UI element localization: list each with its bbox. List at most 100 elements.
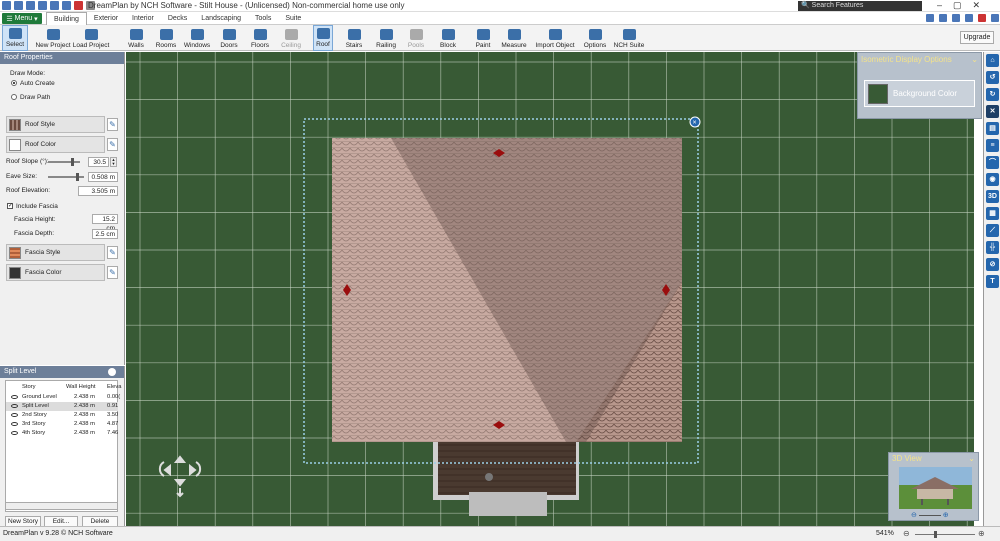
status-zoom-in-icon[interactable]: ⊕	[978, 529, 985, 538]
tab-exterior[interactable]: Exterior	[87, 12, 125, 25]
measure-tool-button[interactable]: Measure	[501, 25, 527, 51]
youtube-icon[interactable]	[978, 14, 986, 22]
split-view-icon[interactable]: ╬	[986, 241, 999, 254]
maximize-button[interactable]: ▢	[953, 0, 962, 11]
text-tool-icon[interactable]: T	[986, 275, 999, 288]
rotate-view-icon[interactable]: ↺	[986, 71, 999, 84]
fascia-depth-input[interactable]: 2.5 cm	[92, 229, 118, 239]
fascia-style-eyedropper-icon[interactable]: ✎	[107, 246, 118, 259]
auto-create-radio[interactable]	[11, 80, 17, 86]
new-icon[interactable]	[14, 1, 23, 10]
pan-up-icon[interactable]	[173, 455, 187, 463]
print-icon[interactable]: ▤	[986, 122, 999, 135]
close-window-button[interactable]: ✕	[973, 0, 981, 11]
compass-icon[interactable]: ⊘	[986, 258, 999, 271]
tab-tools[interactable]: Tools	[248, 12, 278, 25]
redo-icon[interactable]	[62, 1, 71, 10]
visibility-eye-icon[interactable]	[11, 413, 18, 417]
status-zoom-slider[interactable]	[915, 534, 975, 535]
design-canvas[interactable]: ×	[126, 52, 974, 526]
visibility-eye-icon[interactable]	[11, 422, 18, 426]
undo-icon[interactable]	[50, 1, 59, 10]
roof-style-button[interactable]: Roof Style	[6, 116, 105, 133]
plan-view[interactable]: ×	[126, 52, 974, 526]
railing-tool-button[interactable]: Railing	[374, 25, 398, 51]
3d-preview[interactable]	[899, 467, 972, 509]
doors-tool-button[interactable]: Doors	[218, 25, 240, 51]
roof-slope-slider[interactable]	[48, 158, 80, 166]
info-icon[interactable]	[991, 14, 999, 22]
eave-size-slider-knob[interactable]	[75, 173, 79, 181]
fascia-color-button[interactable]: Fascia Color	[6, 264, 105, 281]
pan-right-icon[interactable]	[189, 463, 197, 477]
story-row[interactable]: Split Level 2.438 m 0.91	[6, 402, 118, 411]
search-features-input[interactable]: 🔍 Search Features	[798, 1, 922, 11]
navigation-control[interactable]	[158, 455, 202, 498]
rooms-tool-button[interactable]: Rooms	[155, 25, 177, 51]
story-row[interactable]: 2nd Story 2.438 m 3.50	[6, 411, 118, 420]
zoom-in-icon[interactable]: ⊕	[943, 512, 949, 519]
tab-landscaping[interactable]: Landscaping	[194, 12, 248, 25]
new-project-tool-button[interactable]: New Project	[35, 25, 71, 51]
open-icon[interactable]	[26, 1, 35, 10]
visibility-eye-icon[interactable]	[11, 404, 18, 408]
rotate-left-icon[interactable]	[158, 461, 165, 477]
close-view-icon[interactable]: ✕	[986, 105, 999, 118]
layers-icon[interactable]: ≡	[986, 139, 999, 152]
measure-tool-icon[interactable]: ⟋	[986, 224, 999, 237]
story-row[interactable]: 4th Story 2.438 m 7.46	[6, 429, 118, 438]
help-icon[interactable]	[926, 14, 934, 22]
tab-interior[interactable]: Interior	[125, 12, 161, 25]
story-row[interactable]: 3rd Story 2.438 m 4.87	[6, 420, 118, 429]
story-list-horizontal-scrollbar[interactable]	[5, 502, 118, 510]
rotate-right-icon[interactable]	[195, 461, 202, 477]
roof-color-button[interactable]: Roof Color	[6, 136, 105, 153]
visibility-eye-icon[interactable]	[11, 431, 18, 435]
view-3d-button[interactable]: 3D	[986, 190, 999, 203]
feedback-icon[interactable]	[939, 14, 947, 22]
3d-view-collapse-icon[interactable]: ⌄	[968, 454, 975, 463]
save-icon[interactable]	[38, 1, 47, 10]
load-project-tool-button[interactable]: Load Project	[73, 25, 109, 51]
redo-view-icon[interactable]: ↻	[986, 88, 999, 101]
story-row[interactable]: Ground Level 2.438 m 0.00(	[6, 393, 120, 402]
roof-slope-spinner[interactable]: ▲ ▼	[110, 157, 117, 167]
windows-tool-button[interactable]: Windows	[184, 25, 210, 51]
select-tool-button[interactable]: Select	[2, 25, 28, 51]
stairs-tool-button[interactable]: Stairs	[343, 25, 365, 51]
roof-tool-button[interactable]: Roof	[313, 25, 333, 51]
roof-elevation-input[interactable]: 3.505 m	[78, 186, 118, 196]
roof-style-eyedropper-icon[interactable]: ✎	[107, 118, 118, 131]
fascia-color-eyedropper-icon[interactable]: ✎	[107, 266, 118, 279]
nch-suite-tool-button[interactable]: NCH Suite	[614, 25, 644, 51]
facebook-icon[interactable]	[952, 14, 960, 22]
roof-slope-input[interactable]: 30.5	[88, 157, 109, 167]
tab-building[interactable]: Building	[46, 12, 87, 25]
block-tool-button[interactable]: Block	[438, 25, 458, 51]
include-fascia-checkbox[interactable]: ✓	[7, 203, 13, 209]
3d-zoom-controls[interactable]: ⊖ ⊕	[911, 511, 961, 519]
menu-button[interactable]: ☰ Menu ▾	[2, 13, 42, 24]
pan-down-icon[interactable]	[173, 479, 187, 487]
pools-tool-button[interactable]: Pools	[406, 25, 426, 51]
eave-size-slider[interactable]	[48, 173, 84, 181]
camera-icon[interactable]: ◉	[986, 173, 999, 186]
3d-zoom-slider[interactable]	[918, 514, 941, 516]
roof-color-eyedropper-icon[interactable]: ✎	[107, 138, 118, 151]
roof-view-icon[interactable]: ⌒	[986, 156, 999, 169]
draw-path-radio[interactable]	[11, 94, 17, 100]
tab-suite[interactable]: Suite	[278, 12, 308, 25]
refresh-icon[interactable]	[108, 368, 116, 376]
import-object-tool-button[interactable]: Import Object	[535, 25, 575, 51]
roof-slope-slider-knob[interactable]	[71, 158, 74, 166]
ceiling-tool-button[interactable]: Ceiling	[280, 25, 302, 51]
paint-tool-button[interactable]: Paint	[473, 25, 493, 51]
navigate-icon[interactable]: ⌂	[986, 54, 999, 67]
collapse-chevron-icon[interactable]: ⌄	[971, 55, 978, 64]
zoom-out-icon[interactable]: ⊖	[911, 512, 917, 519]
status-zoom-out-icon[interactable]: ⊖	[903, 529, 910, 538]
walls-tool-button[interactable]: Walls	[125, 25, 147, 51]
grid-toggle-icon[interactable]: ▦	[986, 207, 999, 220]
deck-object[interactable]	[485, 473, 493, 481]
twitter-icon[interactable]	[965, 14, 973, 22]
